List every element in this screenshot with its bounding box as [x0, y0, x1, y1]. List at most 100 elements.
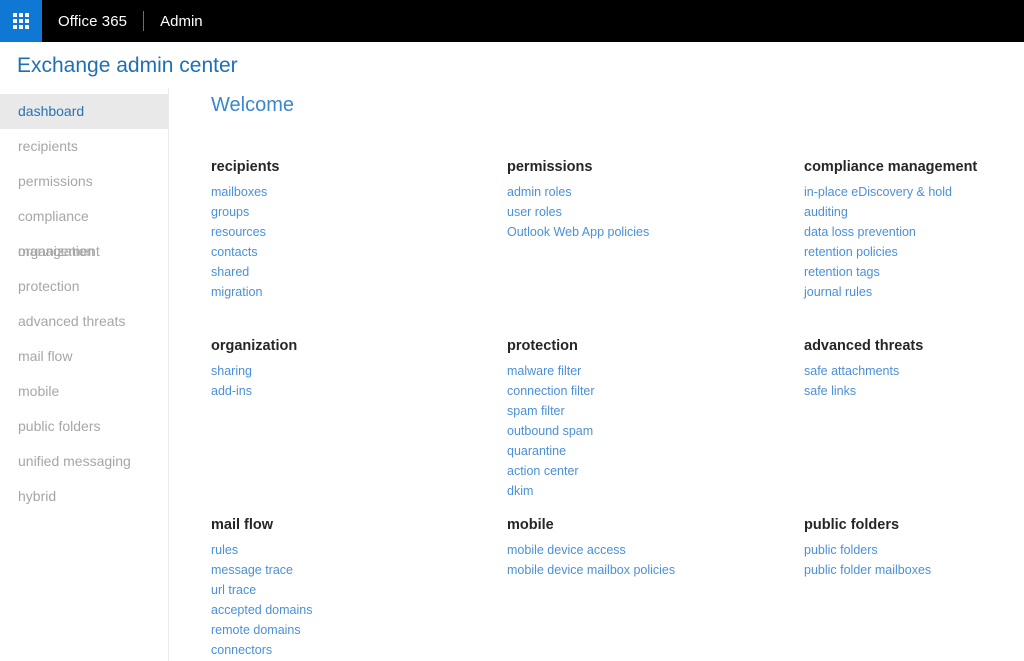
- group-link-list: rules message trace url trace accepted doma…: [211, 540, 507, 660]
- app-launcher-button[interactable]: [0, 0, 42, 42]
- list-item: malware filter: [507, 361, 804, 381]
- link-shared[interactable]: shared: [211, 262, 249, 282]
- link-public-folder-mailboxes[interactable]: public folder mailboxes: [804, 560, 931, 580]
- link-retention-tags[interactable]: retention tags: [804, 262, 880, 282]
- sidebar-item-compliance-management[interactable]: compliance management: [0, 199, 168, 259]
- group-advanced-threats: advanced threats safe attachments safe lin…: [804, 336, 1024, 515]
- list-item: dkim: [507, 481, 804, 501]
- group-heading: public folders: [804, 517, 900, 533]
- link-malware-filter[interactable]: malware filter: [507, 361, 581, 381]
- link-user-roles[interactable]: user roles: [507, 202, 562, 222]
- group-link-list: malware filter connection filter spam filt…: [507, 361, 804, 501]
- sidebar-item-public-folders[interactable]: public folders: [0, 409, 168, 444]
- sidebar-item-mobile[interactable]: mobile: [0, 374, 168, 409]
- link-mobile-device-mailbox-policies[interactable]: mobile device mailbox policies: [507, 560, 675, 580]
- list-item: sharing: [211, 361, 507, 381]
- list-item: outbound spam: [507, 421, 804, 441]
- main-content: Welcome recipients mailboxes groups resourc…: [169, 88, 1024, 661]
- sidebar-item-hybrid[interactable]: hybrid: [0, 479, 168, 514]
- link-rules[interactable]: rules: [211, 540, 238, 560]
- list-item: auditing: [804, 202, 1024, 222]
- link-url-trace[interactable]: url trace: [211, 580, 256, 600]
- link-contacts[interactable]: contacts: [211, 242, 258, 262]
- link-resources[interactable]: resources: [211, 222, 266, 242]
- group-link-list: public folders public folder mailboxes: [804, 540, 1024, 580]
- list-item: accepted domains: [211, 600, 507, 620]
- suite-app-label[interactable]: Admin: [160, 0, 203, 42]
- link-remote-domains[interactable]: remote domains: [211, 620, 301, 640]
- link-connection-filter[interactable]: connection filter: [507, 381, 595, 401]
- list-item: safe links: [804, 381, 1024, 401]
- list-item: retention policies: [804, 242, 1024, 262]
- list-item: mobile device mailbox policies: [507, 560, 804, 580]
- sidebar-item-recipients[interactable]: recipients: [0, 129, 168, 164]
- link-mobile-device-access[interactable]: mobile device access: [507, 540, 626, 560]
- sidebar-item-dashboard[interactable]: dashboard: [0, 94, 168, 129]
- sidebar-item-unified-messaging[interactable]: unified messaging: [0, 444, 168, 479]
- link-groups[interactable]: groups: [211, 202, 249, 222]
- group-organization: organization sharing add-ins: [211, 336, 507, 515]
- link-data-loss-prevention[interactable]: data loss prevention: [804, 222, 916, 242]
- link-outbound-spam[interactable]: outbound spam: [507, 421, 593, 441]
- list-item: resources: [211, 222, 507, 242]
- list-item: spam filter: [507, 401, 804, 421]
- list-item: add-ins: [211, 381, 507, 401]
- link-retention-policies[interactable]: retention policies: [804, 242, 898, 262]
- link-safe-links[interactable]: safe links: [804, 381, 856, 401]
- link-accepted-domains[interactable]: accepted domains: [211, 600, 312, 620]
- link-migration[interactable]: migration: [211, 282, 262, 302]
- link-outlook-web-app-policies[interactable]: Outlook Web App policies: [507, 222, 649, 242]
- link-sharing[interactable]: sharing: [211, 361, 252, 381]
- list-item: message trace: [211, 560, 507, 580]
- link-in-place-ediscovery-hold[interactable]: in-place eDiscovery & hold: [804, 182, 952, 202]
- sidebar-item-organization[interactable]: organization: [0, 234, 168, 269]
- sidebar-item-permissions[interactable]: permissions: [0, 164, 168, 199]
- link-quarantine[interactable]: quarantine: [507, 441, 566, 461]
- link-message-trace[interactable]: message trace: [211, 560, 293, 580]
- list-item: shared: [211, 262, 507, 282]
- list-item: connectors: [211, 640, 507, 660]
- link-add-ins[interactable]: add-ins: [211, 381, 252, 401]
- list-item: groups: [211, 202, 507, 222]
- list-item: data loss prevention: [804, 222, 1024, 242]
- list-item: action center: [507, 461, 804, 481]
- group-protection: protection malware filter connection filte…: [507, 336, 804, 515]
- link-mailboxes[interactable]: mailboxes: [211, 182, 267, 202]
- link-admin-roles[interactable]: admin roles: [507, 182, 572, 202]
- group-compliance-management: compliance management in-place eDiscovery…: [804, 157, 1024, 336]
- link-spam-filter[interactable]: spam filter: [507, 401, 565, 421]
- link-journal-rules[interactable]: journal rules: [804, 282, 872, 302]
- link-dkim[interactable]: dkim: [507, 481, 533, 501]
- app-shell: dashboard recipients permissions compliance…: [0, 88, 1024, 661]
- group-link-list: mobile device access mobile device mailbo…: [507, 540, 804, 580]
- group-public-folders: public folders public folders public folde…: [804, 515, 1024, 661]
- list-item: admin roles: [507, 182, 804, 202]
- list-item: migration: [211, 282, 507, 302]
- sidebar-item-protection[interactable]: protection: [0, 269, 168, 304]
- group-link-list: admin roles user roles Outlook Web App pol…: [507, 182, 804, 242]
- link-connectors[interactable]: connectors: [211, 640, 272, 660]
- sidebar-item-mail-flow[interactable]: mail flow: [0, 339, 168, 374]
- group-heading: protection: [507, 338, 578, 354]
- link-auditing[interactable]: auditing: [804, 202, 848, 222]
- list-item: remote domains: [211, 620, 507, 640]
- group-mail-flow: mail flow rules message trace url trace acce…: [211, 515, 507, 661]
- group-heading: organization: [211, 338, 298, 354]
- sidebar-item-advanced-threats[interactable]: advanced threats: [0, 304, 168, 339]
- link-safe-attachments[interactable]: safe attachments: [804, 361, 899, 381]
- link-action-center[interactable]: action center: [507, 461, 579, 481]
- list-item: retention tags: [804, 262, 1024, 282]
- suite-bar: Office 365 Admin: [0, 0, 1024, 42]
- list-item: public folder mailboxes: [804, 560, 1024, 580]
- suite-bar-divider: [143, 11, 145, 31]
- suite-brand-label[interactable]: Office 365: [42, 0, 127, 42]
- link-public-folders[interactable]: public folders: [804, 540, 878, 560]
- dashboard-groups-grid: recipients mailboxes groups resources contac…: [211, 157, 1024, 661]
- group-heading: mobile: [507, 517, 554, 533]
- group-link-list: in-place eDiscovery & hold auditing data l…: [804, 182, 1024, 302]
- group-recipients: recipients mailboxes groups resources contac…: [211, 157, 507, 336]
- list-item: safe attachments: [804, 361, 1024, 381]
- list-item: public folders: [804, 540, 1024, 560]
- list-item: mailboxes: [211, 182, 507, 202]
- list-item: Outlook Web App policies: [507, 222, 804, 242]
